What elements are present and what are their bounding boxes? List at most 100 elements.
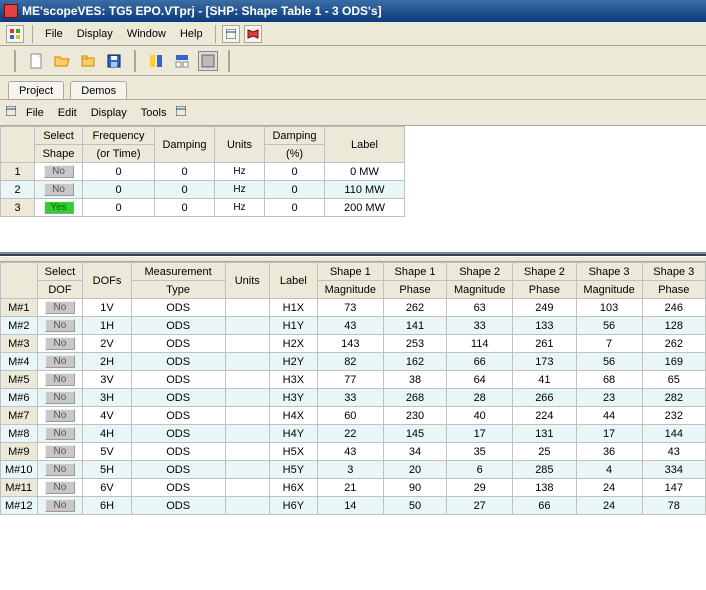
damp-cell[interactable]: 0 — [155, 199, 215, 217]
close-folder-icon[interactable] — [78, 51, 98, 71]
select-cell[interactable]: No — [37, 353, 83, 371]
col-s2p[interactable]: Shape 2 — [513, 263, 576, 281]
col-frequency[interactable]: Frequency — [83, 127, 155, 145]
dofs-cell[interactable]: 6V — [83, 479, 131, 497]
dofs-cell[interactable]: 4V — [83, 407, 131, 425]
s1m-cell[interactable]: 21 — [317, 479, 383, 497]
s3m-cell[interactable]: 68 — [576, 371, 642, 389]
menu-display[interactable]: Display — [71, 26, 119, 42]
label-cell[interactable]: H5X — [269, 443, 317, 461]
col-units[interactable]: Units — [225, 263, 269, 299]
col-frequency-2[interactable]: (or Time) — [83, 145, 155, 163]
dofs-cell[interactable]: 6H — [83, 497, 131, 515]
s3p-cell[interactable]: 128 — [642, 317, 705, 335]
row-header[interactable]: M#6 — [1, 389, 38, 407]
dofs-cell[interactable]: 1H — [83, 317, 131, 335]
s3p-cell[interactable]: 262 — [642, 335, 705, 353]
s1p-cell[interactable]: 145 — [383, 425, 446, 443]
freq-cell[interactable]: 0 — [83, 181, 155, 199]
col-s3p[interactable]: Shape 3 — [642, 263, 705, 281]
s2m-cell[interactable]: 33 — [447, 317, 513, 335]
select-cell[interactable]: No — [37, 443, 83, 461]
row-header[interactable]: M#4 — [1, 353, 38, 371]
table-row[interactable]: M#6No3HODSH3Y332682826623282 — [1, 389, 706, 407]
table-row[interactable]: M#3No2VODSH2X1432531142617262 — [1, 335, 706, 353]
s1m-cell[interactable]: 22 — [317, 425, 383, 443]
units-cell[interactable] — [225, 371, 269, 389]
table-row[interactable]: M#12No6HODSH6Y145027662478 — [1, 497, 706, 515]
s1m-cell[interactable]: 143 — [317, 335, 383, 353]
sub-menu-file[interactable]: File — [20, 105, 50, 121]
panel-layout-a-icon[interactable] — [146, 51, 166, 71]
table-row[interactable]: M#7No4VODSH4X602304022444232 — [1, 407, 706, 425]
s1p-cell[interactable]: 141 — [383, 317, 446, 335]
select-cell[interactable]: No — [35, 181, 83, 199]
row-header[interactable]: M#3 — [1, 335, 38, 353]
units-cell[interactable] — [225, 389, 269, 407]
s2p-cell[interactable]: 131 — [513, 425, 576, 443]
s1p-cell[interactable]: 230 — [383, 407, 446, 425]
col-mtype[interactable]: Measurement — [131, 263, 225, 281]
label-cell[interactable]: H6X — [269, 479, 317, 497]
s2m-cell[interactable]: 64 — [447, 371, 513, 389]
mtype-cell[interactable]: ODS — [131, 407, 225, 425]
label-cell[interactable]: H5Y — [269, 461, 317, 479]
table-row[interactable]: M#1No1VODSH1X7326263249103246 — [1, 299, 706, 317]
units-cell[interactable]: Hz — [215, 199, 265, 217]
s2p-cell[interactable]: 25 — [513, 443, 576, 461]
s2p-cell[interactable]: 138 — [513, 479, 576, 497]
select-button[interactable]: No — [45, 337, 75, 350]
label-cell[interactable]: H2X — [269, 335, 317, 353]
s2p-cell[interactable]: 261 — [513, 335, 576, 353]
col-label[interactable]: Label — [325, 127, 405, 163]
row-header[interactable]: M#9 — [1, 443, 38, 461]
s3m-cell[interactable]: 7 — [576, 335, 642, 353]
s2p-cell[interactable]: 41 — [513, 371, 576, 389]
s2p-cell[interactable]: 224 — [513, 407, 576, 425]
s3m-cell[interactable]: 56 — [576, 317, 642, 335]
s3p-cell[interactable]: 147 — [642, 479, 705, 497]
open-folder-icon[interactable] — [52, 51, 72, 71]
menu-help[interactable]: Help — [174, 26, 209, 42]
s3m-cell[interactable]: 56 — [576, 353, 642, 371]
s3p-cell[interactable]: 334 — [642, 461, 705, 479]
select-button[interactable]: No — [45, 481, 75, 494]
select-cell[interactable]: No — [37, 407, 83, 425]
save-icon[interactable] — [104, 51, 124, 71]
s2m-cell[interactable]: 66 — [447, 353, 513, 371]
table-row[interactable]: M#10No5HODSH5Y32062854334 — [1, 461, 706, 479]
label-cell[interactable]: H1X — [269, 299, 317, 317]
select-button[interactable]: No — [45, 319, 75, 332]
dofs-cell[interactable]: 1V — [83, 299, 131, 317]
label-cell[interactable]: H1Y — [269, 317, 317, 335]
s1p-cell[interactable]: 262 — [383, 299, 446, 317]
s1m-cell[interactable]: 77 — [317, 371, 383, 389]
row-header[interactable]: 3 — [1, 199, 35, 217]
s3p-cell[interactable]: 65 — [642, 371, 705, 389]
table-row[interactable]: 3Yes00Hz0200 MW — [1, 199, 405, 217]
s2m-cell[interactable]: 114 — [447, 335, 513, 353]
dofs-cell[interactable]: 2H — [83, 353, 131, 371]
s3m-cell[interactable]: 17 — [576, 425, 642, 443]
s1m-cell[interactable]: 43 — [317, 443, 383, 461]
s3p-cell[interactable]: 169 — [642, 353, 705, 371]
select-button[interactable]: Yes — [44, 201, 74, 214]
table-row[interactable]: 1No00Hz00 MW — [1, 163, 405, 181]
units-cell[interactable] — [225, 443, 269, 461]
s1p-cell[interactable]: 50 — [383, 497, 446, 515]
select-button[interactable]: No — [45, 409, 75, 422]
col-label[interactable]: Label — [269, 263, 317, 299]
dofs-cell[interactable]: 3H — [83, 389, 131, 407]
menu-grid-icon[interactable] — [6, 25, 24, 43]
units-cell[interactable] — [225, 317, 269, 335]
select-cell[interactable]: Yes — [35, 199, 83, 217]
panel-layout-b-icon[interactable] — [172, 51, 192, 71]
s3m-cell[interactable]: 103 — [576, 299, 642, 317]
s3m-cell[interactable]: 24 — [576, 479, 642, 497]
select-button[interactable]: No — [45, 355, 75, 368]
select-button[interactable]: No — [45, 499, 75, 512]
mtype-cell[interactable]: ODS — [131, 371, 225, 389]
damp-cell[interactable]: 0 — [155, 163, 215, 181]
col-s1p[interactable]: Shape 1 — [383, 263, 446, 281]
freq-cell[interactable]: 0 — [83, 199, 155, 217]
